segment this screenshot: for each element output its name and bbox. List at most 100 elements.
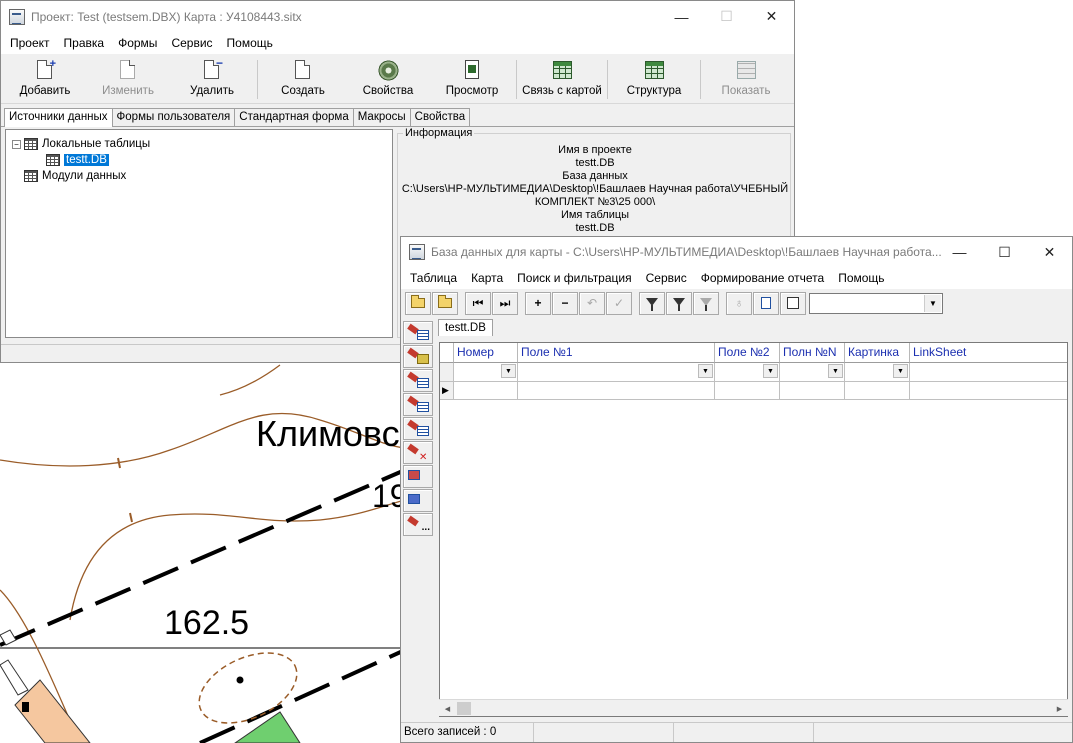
tab-properties[interactable]: Свойства bbox=[409, 108, 471, 126]
link-map-button[interactable]: Связь с картой bbox=[517, 56, 607, 103]
side-tool-compare[interactable] bbox=[403, 465, 433, 488]
chevron-down-icon[interactable]: ▼ bbox=[828, 364, 843, 378]
info-line: Имя таблицы bbox=[560, 209, 630, 221]
side-tool-more[interactable]: ... bbox=[403, 513, 433, 536]
side-tool-remove-all[interactable]: ✕ bbox=[403, 441, 433, 464]
add-filter-button[interactable] bbox=[666, 291, 692, 315]
table-row[interactable]: ▶ bbox=[440, 382, 1067, 400]
tab-data-sources[interactable]: Источники данных bbox=[4, 108, 113, 127]
minimize-button[interactable]: — bbox=[659, 1, 704, 32]
horizontal-scrollbar[interactable]: ◀ ▶ bbox=[439, 699, 1068, 716]
menu-report[interactable]: Формирование отчета bbox=[694, 267, 832, 289]
info-button[interactable] bbox=[753, 291, 779, 315]
app-icon bbox=[9, 8, 25, 25]
scroll-right-icon[interactable]: ▶ bbox=[1051, 700, 1068, 717]
filter-button[interactable] bbox=[639, 291, 665, 315]
data-grid[interactable]: Номер Поле №1 Поле №2 Полн №N Картинка L… bbox=[439, 342, 1068, 717]
grid-cell[interactable] bbox=[518, 382, 715, 400]
info-line: Имя в проекте bbox=[558, 144, 632, 156]
tree-item-testt-db[interactable]: testt.DB bbox=[46, 152, 109, 168]
structure-button[interactable]: Структура bbox=[608, 56, 700, 103]
db-close-button[interactable]: ✕ bbox=[1027, 237, 1072, 267]
grid-cell[interactable] bbox=[780, 382, 845, 400]
db-maximize-button[interactable]: ☐ bbox=[982, 237, 1027, 267]
first-record-button[interactable]: ⏮ bbox=[465, 291, 491, 315]
column-header[interactable]: Поле №1 bbox=[518, 343, 715, 363]
menu-edit[interactable]: Правка bbox=[57, 32, 112, 54]
side-tool-edit[interactable] bbox=[403, 345, 433, 368]
chevron-down-icon[interactable]: ▼ bbox=[501, 364, 516, 378]
grid-cell[interactable] bbox=[715, 382, 780, 400]
side-tool-select-all[interactable] bbox=[403, 393, 433, 416]
grid-cell[interactable] bbox=[454, 382, 518, 400]
last-record-button[interactable]: ⏭ bbox=[492, 291, 518, 315]
menu-db-help[interactable]: Помощь bbox=[831, 267, 891, 289]
db-filter-combo[interactable]: ▼ bbox=[809, 292, 943, 314]
apply-button[interactable]: ✓ bbox=[606, 291, 632, 315]
chevron-down-icon[interactable]: ▼ bbox=[698, 364, 713, 378]
grid-cell[interactable] bbox=[845, 382, 910, 400]
collapse-icon[interactable]: − bbox=[12, 139, 21, 149]
column-header[interactable]: LinkSheet bbox=[910, 343, 1067, 363]
open-folder-icon bbox=[411, 295, 425, 308]
clear-filter-button[interactable] bbox=[693, 291, 719, 315]
link-button[interactable] bbox=[780, 291, 806, 315]
menu-map[interactable]: Карта bbox=[464, 267, 510, 289]
tab-macros[interactable]: Макросы bbox=[352, 108, 411, 126]
scroll-thumb[interactable] bbox=[457, 702, 471, 715]
column-filter[interactable]: ▼ bbox=[845, 363, 910, 382]
delete-button[interactable]: − Удалить bbox=[167, 56, 257, 103]
preview-button[interactable]: Просмотр bbox=[428, 56, 516, 103]
column-filter[interactable]: ▼ bbox=[454, 363, 518, 382]
db-titlebar[interactable]: База данных для карты - C:\Users\HP-МУЛЬ… bbox=[401, 237, 1072, 267]
properties-button[interactable]: Свойства bbox=[348, 56, 428, 103]
add-record-button[interactable]: + bbox=[525, 291, 551, 315]
open-button[interactable] bbox=[405, 291, 431, 315]
column-header[interactable]: Полн №N bbox=[780, 343, 845, 363]
close-button[interactable]: ✕ bbox=[749, 1, 794, 32]
menu-table[interactable]: Таблица bbox=[403, 267, 464, 289]
db-minimize-button[interactable]: — bbox=[937, 237, 982, 267]
tree-item-local-tables[interactable]: − Локальные таблицы bbox=[12, 136, 150, 152]
column-filter[interactable]: ▼ bbox=[715, 363, 780, 382]
edit-button[interactable]: Изменить bbox=[89, 56, 167, 103]
side-tool-add[interactable] bbox=[403, 321, 433, 344]
data-sources-tree[interactable]: − Локальные таблицы testt.DB Модули данн… bbox=[5, 129, 393, 338]
side-tool-remove[interactable] bbox=[403, 417, 433, 440]
chevron-down-icon[interactable]: ▼ bbox=[763, 364, 778, 378]
tab-standard-form[interactable]: Стандартная форма bbox=[234, 108, 354, 126]
grid-cell[interactable] bbox=[910, 382, 1067, 400]
menu-project[interactable]: Проект bbox=[3, 32, 57, 54]
menu-service[interactable]: Сервис bbox=[164, 32, 219, 54]
column-filter[interactable] bbox=[910, 363, 1067, 382]
database-window: База данных для карты - C:\Users\HP-МУЛЬ… bbox=[400, 236, 1073, 743]
column-header[interactable]: Номер bbox=[454, 343, 518, 363]
column-filter[interactable]: ▼ bbox=[780, 363, 845, 382]
tree-item-data-modules[interactable]: Модули данных bbox=[24, 168, 126, 184]
tab-user-forms[interactable]: Формы пользователя bbox=[111, 108, 236, 126]
menu-forms[interactable]: Формы bbox=[111, 32, 164, 54]
column-header[interactable]: Картинка bbox=[845, 343, 910, 363]
undo-button[interactable]: ↶ bbox=[579, 291, 605, 315]
side-tool-transfer[interactable] bbox=[403, 489, 433, 512]
show-button[interactable]: Показать bbox=[701, 56, 791, 103]
chevron-down-icon[interactable]: ▼ bbox=[924, 294, 941, 312]
create-button[interactable]: Создать bbox=[258, 56, 348, 103]
project-titlebar[interactable]: Проект: Test (testsem.DBX) Карта : У4108… bbox=[1, 1, 794, 32]
chevron-down-icon[interactable]: ▼ bbox=[893, 364, 908, 378]
delete-record-button[interactable]: − bbox=[552, 291, 578, 315]
add-button[interactable]: + Добавить bbox=[1, 56, 89, 103]
column-header[interactable]: Поле №2 bbox=[715, 343, 780, 363]
scroll-left-icon[interactable]: ◀ bbox=[439, 700, 456, 717]
folder-button[interactable] bbox=[432, 291, 458, 315]
menu-db-service[interactable]: Сервис bbox=[639, 267, 694, 289]
project-toolbar: + Добавить Изменить − Удалить Создать Св… bbox=[1, 54, 794, 104]
maximize-button[interactable]: ☐ bbox=[704, 1, 749, 32]
menu-search-filter[interactable]: Поиск и фильтрация bbox=[510, 267, 638, 289]
tab-testt-db[interactable]: testt.DB bbox=[438, 319, 493, 336]
menu-help[interactable]: Помощь bbox=[220, 32, 280, 54]
column-filter[interactable]: ▼ bbox=[518, 363, 715, 382]
hint-button[interactable]: ♁ bbox=[726, 291, 752, 315]
side-tool-select[interactable] bbox=[403, 369, 433, 392]
info-line: testt.DB bbox=[575, 222, 615, 234]
